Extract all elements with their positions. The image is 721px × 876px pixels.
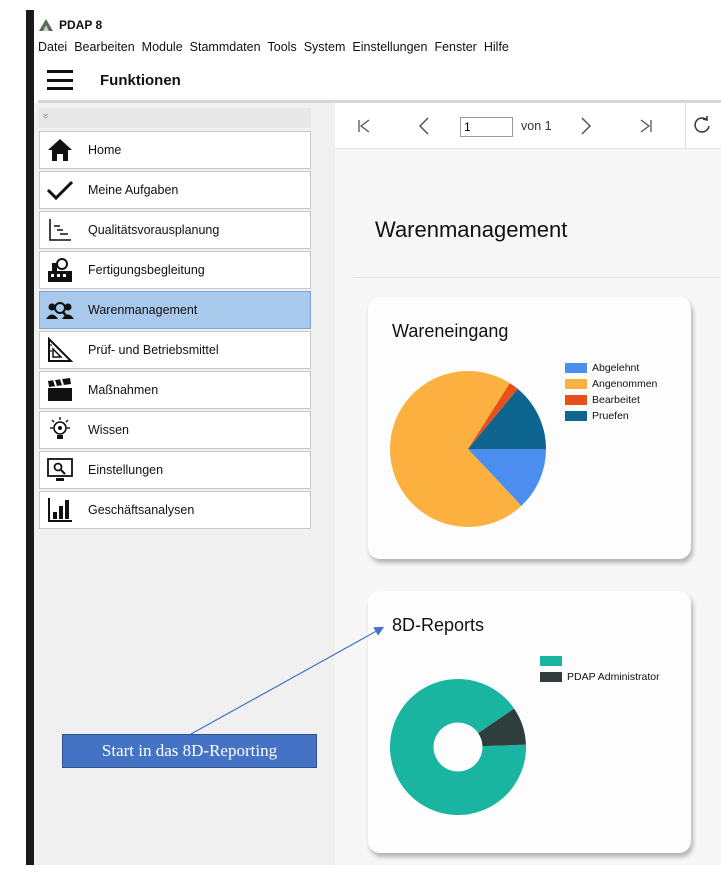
annotation-callout: Start in das 8D-Reporting bbox=[62, 734, 317, 768]
annotation-text: Start in das 8D-Reporting bbox=[101, 741, 278, 760]
